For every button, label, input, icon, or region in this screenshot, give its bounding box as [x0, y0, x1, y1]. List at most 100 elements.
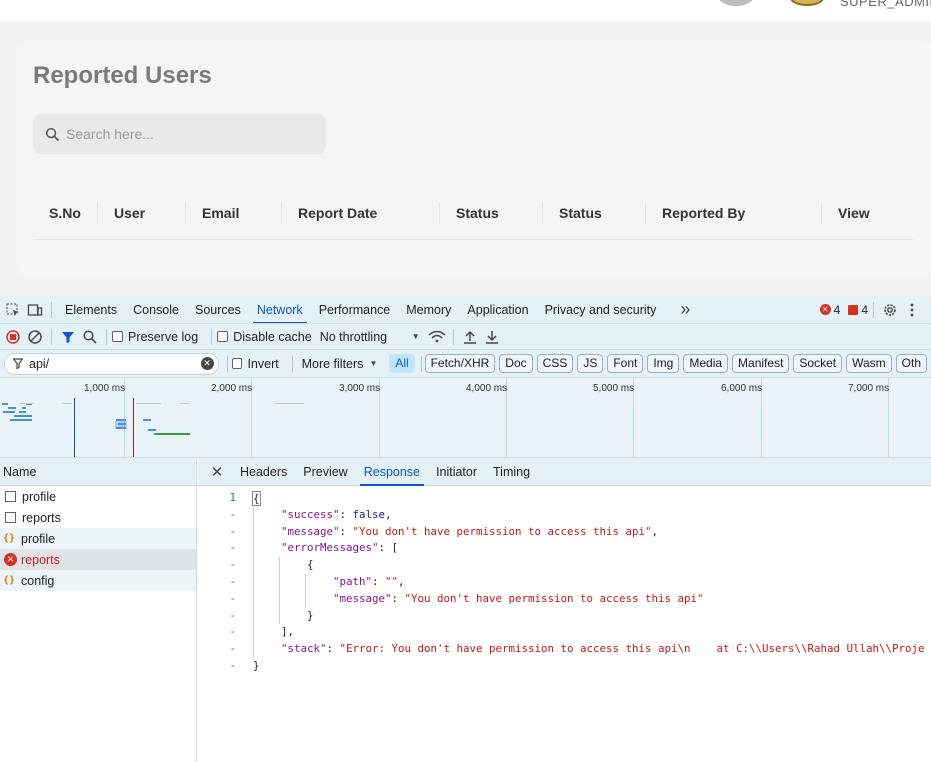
tab-console[interactable]: Console	[125, 296, 187, 323]
search-box[interactable]	[33, 114, 326, 154]
kebab-menu-icon[interactable]	[901, 299, 923, 321]
chevron-down-icon: ▼	[411, 332, 420, 341]
more-filters-dropdown[interactable]: More filters ▼	[302, 357, 378, 371]
column-header-status-2[interactable]: Status	[542, 202, 602, 224]
filter-type-all[interactable]: All	[389, 354, 415, 373]
tab-headers[interactable]: Headers	[232, 458, 295, 486]
column-header-report-date[interactable]: Report Date	[281, 202, 377, 224]
error-counter[interactable]: ✕ 4	[819, 303, 840, 317]
json-punct: ,	[651, 524, 659, 538]
tab-initiator[interactable]: Initiator	[428, 458, 485, 486]
devtools-panel: Elements Console Sources Network Perform…	[0, 296, 931, 762]
preserve-log-checkbox[interactable]	[112, 331, 123, 342]
divider	[873, 301, 874, 318]
code-text: "errorMessages": [	[253, 540, 398, 558]
network-overview-timeline[interactable]: 1,000 ms 2,000 ms 3,000 ms 4,000 ms 5,00…	[0, 378, 931, 458]
device-toolbar-icon[interactable]	[24, 299, 46, 321]
import-har-icon[interactable]	[459, 326, 481, 348]
close-icon[interactable]: ✕	[206, 461, 228, 483]
tab-application[interactable]: Application	[459, 296, 536, 323]
settings-gear-icon[interactable]	[879, 299, 901, 321]
record-stop-icon[interactable]	[2, 326, 24, 348]
clear-log-icon[interactable]	[24, 326, 46, 348]
json-value: ""	[385, 574, 399, 588]
json-key: "errorMessages"	[281, 541, 379, 555]
tab-sources[interactable]: Sources	[187, 296, 249, 323]
more-tabs-icon[interactable]: »	[674, 299, 696, 321]
code-text: "stack": "Error: You don't have permissi…	[253, 641, 925, 658]
filter-input[interactable]: api/ ✕	[4, 352, 219, 375]
clear-filter-icon[interactable]: ✕	[200, 357, 214, 370]
search-input[interactable]	[66, 126, 306, 142]
json-key: "path"	[333, 574, 373, 588]
request-row[interactable]: {} profile	[0, 528, 196, 549]
column-header-status[interactable]: Status	[439, 202, 499, 224]
column-header-email[interactable]: Email	[185, 202, 239, 224]
tab-network[interactable]: Network	[249, 296, 311, 323]
invert-checkbox[interactable]	[232, 358, 243, 369]
issue-counter[interactable]: 4	[848, 303, 868, 317]
json-value: "You don't have permission to access thi…	[352, 524, 652, 538]
filter-type-font[interactable]: Font	[607, 354, 644, 373]
filter-type-js[interactable]: JS	[577, 354, 604, 373]
line-number: -	[229, 658, 236, 672]
tab-elements[interactable]: Elements	[57, 296, 125, 323]
indent-guide	[253, 607, 254, 625]
tab-preview[interactable]: Preview	[295, 458, 355, 486]
column-header-user[interactable]: User	[97, 202, 145, 224]
code-line: - }	[198, 607, 931, 625]
code-line: - "success": false,	[198, 506, 931, 524]
request-name: profile	[22, 489, 57, 504]
request-row[interactable]: profile	[0, 486, 196, 507]
divider	[452, 328, 454, 345]
search-icon[interactable]	[79, 326, 101, 348]
indent-guide	[305, 590, 306, 608]
document-icon	[5, 512, 16, 523]
tab-timing[interactable]: Timing	[485, 458, 538, 486]
tab-privacy-security[interactable]: Privacy and security	[537, 296, 665, 323]
page-title: Reported Users	[33, 62, 212, 89]
filter-type-doc[interactable]: Doc	[499, 354, 533, 373]
filter-icon[interactable]	[57, 326, 79, 348]
column-header-view[interactable]: View	[821, 202, 870, 224]
filter-text: api/	[29, 356, 50, 371]
request-row-selected[interactable]: ✕ reports	[0, 549, 196, 570]
chevron-down-icon: ▼	[369, 359, 378, 368]
network-filter-bar: api/ ✕ Invert More filters ▼ All Fetch/X…	[0, 350, 931, 378]
response-body[interactable]: 1 { - "success": false, - "message": "Yo…	[198, 490, 931, 675]
code-line: - "message": "You don't have permission …	[198, 523, 931, 541]
line-number: -	[229, 541, 236, 555]
indent-guide	[279, 590, 280, 608]
code-line: - "stack": "Error: You don't have permis…	[198, 641, 931, 658]
divider	[51, 328, 52, 345]
filter-type-manifest[interactable]: Manifest	[732, 354, 790, 373]
filter-type-media[interactable]: Media	[683, 354, 729, 373]
network-toolbar: Preserve log Disable cache No throttling…	[0, 324, 931, 350]
filter-type-img[interactable]: Img	[647, 354, 680, 373]
tab-memory[interactable]: Memory	[398, 296, 459, 323]
export-har-icon[interactable]	[481, 326, 503, 348]
request-row[interactable]: reports	[0, 507, 196, 528]
code-text: {	[252, 491, 261, 506]
filter-type-fetch-xhr[interactable]: Fetch/XHR	[424, 354, 496, 373]
filter-type-wasm[interactable]: Wasm	[846, 354, 892, 373]
devtools-status-area: ✕ 4 4	[819, 299, 931, 321]
filter-type-other[interactable]: Oth	[895, 354, 927, 373]
filter-type-socket[interactable]: Socket	[793, 354, 843, 373]
filter-type-css[interactable]: CSS	[536, 354, 574, 373]
devtools-tab-bar: Elements Console Sources Network Perform…	[0, 296, 931, 324]
name-column-header[interactable]: Name	[0, 458, 196, 486]
request-row[interactable]: {} config	[0, 570, 196, 591]
request-name: profile	[21, 531, 56, 546]
tab-performance[interactable]: Performance	[311, 296, 399, 323]
column-header-sno[interactable]: S.No	[33, 202, 81, 224]
disable-cache-checkbox[interactable]	[217, 331, 229, 342]
throttling-select[interactable]: No throttling ▼	[320, 330, 420, 344]
network-conditions-icon[interactable]	[426, 326, 448, 348]
error-icon: ✕	[4, 553, 17, 566]
column-header-reported-by[interactable]: Reported By	[645, 202, 745, 224]
tab-response[interactable]: Response	[356, 458, 428, 486]
filter-funnel-icon	[13, 358, 23, 369]
inspect-element-icon[interactable]	[2, 299, 24, 321]
notification-icon[interactable]	[718, 0, 754, 6]
